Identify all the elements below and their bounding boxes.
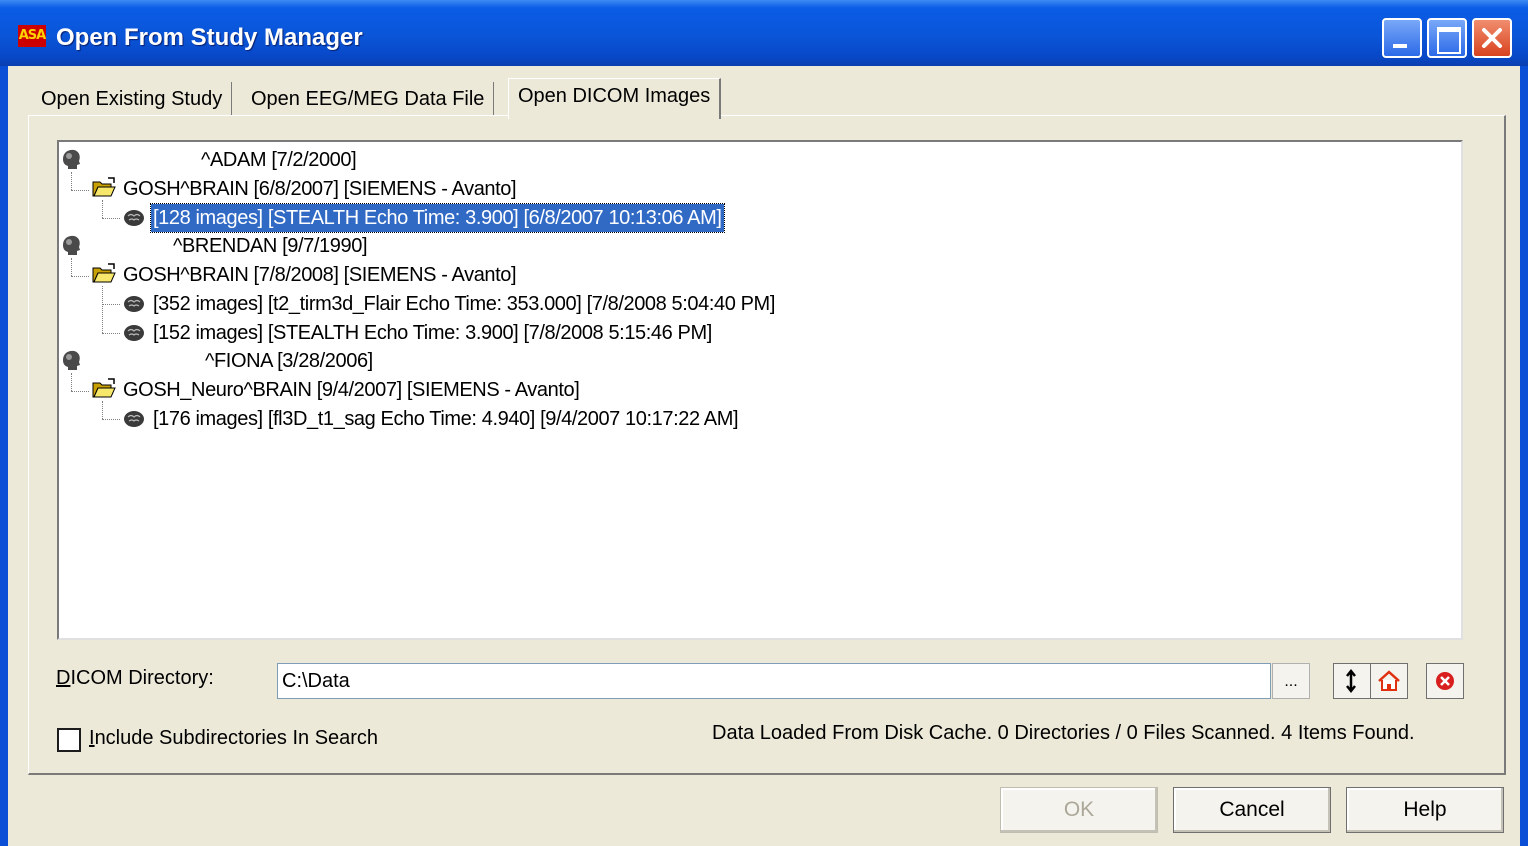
tree-line bbox=[71, 276, 89, 277]
cancel-button[interactable]: Cancel bbox=[1173, 787, 1331, 833]
tree-line bbox=[102, 304, 120, 305]
include-subdirectories-label[interactable]: Include Subdirectories In Search bbox=[89, 727, 378, 750]
brain-icon bbox=[124, 325, 144, 341]
remove-button[interactable] bbox=[1426, 663, 1464, 699]
home-icon bbox=[1378, 670, 1400, 691]
home-button[interactable] bbox=[1370, 663, 1408, 699]
refresh-icon bbox=[1346, 668, 1356, 694]
dicom-directory-label: DICOM Directory: bbox=[56, 667, 214, 689]
head-icon bbox=[63, 235, 80, 255]
app-icon: ASA bbox=[18, 25, 46, 47]
brain-icon bbox=[124, 296, 144, 312]
dicom-tree[interactable]: ^ADAM [7/2/2000] GOSH^BRAIN [6/8/2007] [… bbox=[57, 140, 1463, 640]
open-folder-icon bbox=[92, 263, 116, 283]
patient-label: ^BRENDAN [9/7/1990] bbox=[173, 235, 368, 257]
tree-line bbox=[71, 391, 89, 392]
tree-line bbox=[102, 286, 103, 333]
tab-open-existing-study[interactable]: Open Existing Study bbox=[32, 82, 233, 116]
window-title: Open From Study Manager bbox=[56, 24, 363, 51]
open-folder-icon bbox=[92, 177, 116, 197]
series-label: [152 images] [STEALTH Echo Time: 3.900] … bbox=[153, 322, 712, 344]
maximize-button[interactable] bbox=[1427, 18, 1467, 58]
study-label: GOSH^BRAIN [7/8/2008] [SIEMENS - Avanto] bbox=[123, 264, 517, 286]
head-icon bbox=[63, 149, 80, 169]
refresh-button[interactable] bbox=[1333, 663, 1371, 699]
brain-icon bbox=[124, 210, 144, 226]
series-label: [352 images] [t2_tirm3d_Flair Echo Time:… bbox=[153, 293, 775, 315]
tree-line bbox=[71, 172, 72, 190]
study-label: GOSH_Neuro^BRAIN [9/4/2007] [SIEMENS - A… bbox=[123, 379, 580, 401]
series-label: [176 images] [fl3D_t1_sag Echo Time: 4.9… bbox=[153, 408, 739, 430]
tab-open-dicom-images[interactable]: Open DICOM Images bbox=[508, 78, 722, 119]
close-button[interactable] bbox=[1472, 18, 1512, 58]
tab-open-eeg-meg-data-file[interactable]: Open EEG/MEG Data File bbox=[242, 82, 495, 116]
tree-line bbox=[71, 373, 72, 391]
tree-line bbox=[71, 190, 89, 191]
patient-label: ^FIONA [3/28/2006] bbox=[205, 350, 373, 372]
study-label: GOSH^BRAIN [6/8/2007] [SIEMENS - Avanto] bbox=[123, 178, 517, 200]
title-bar[interactable]: ASA Open From Study Manager bbox=[0, 0, 1528, 66]
tree-line bbox=[102, 200, 103, 218]
tree-line bbox=[71, 258, 72, 276]
tree-line bbox=[102, 333, 120, 334]
tree-line bbox=[102, 218, 120, 219]
minimize-button[interactable] bbox=[1382, 18, 1422, 58]
help-button[interactable]: Help bbox=[1346, 787, 1504, 833]
status-text: Data Loaded From Disk Cache. 0 Directori… bbox=[712, 722, 1415, 744]
tree-line bbox=[102, 401, 103, 419]
series-label: [128 images] [STEALTH Echo Time: 3.900] … bbox=[150, 203, 725, 233]
open-folder-icon bbox=[92, 378, 116, 398]
include-subdirectories-checkbox[interactable] bbox=[57, 728, 81, 752]
close-icon bbox=[1482, 28, 1502, 48]
browse-button[interactable]: ... bbox=[1272, 663, 1310, 699]
dicom-directory-input[interactable]: C:\Data bbox=[277, 663, 1271, 699]
tree-line bbox=[102, 419, 120, 420]
ok-button[interactable]: OK bbox=[1000, 787, 1158, 833]
patient-label: ^ADAM [7/2/2000] bbox=[201, 149, 357, 171]
remove-icon bbox=[1436, 672, 1454, 690]
head-icon bbox=[63, 350, 80, 370]
brain-icon bbox=[124, 411, 144, 427]
